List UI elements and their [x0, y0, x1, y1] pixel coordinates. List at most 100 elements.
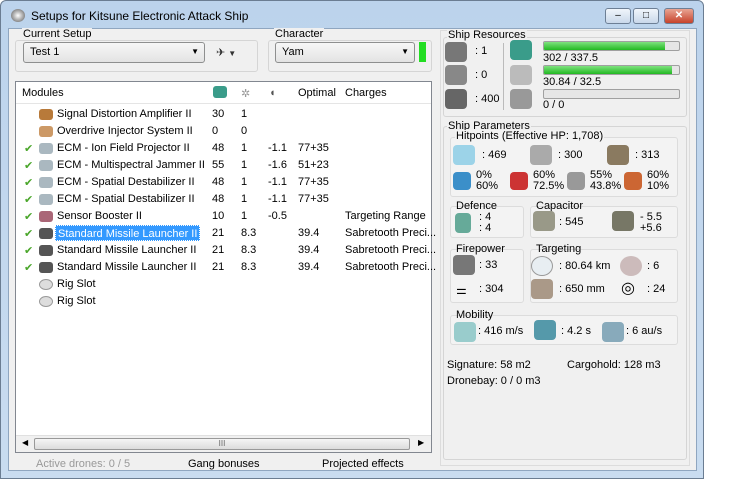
module-row[interactable]: Rig Slot	[16, 293, 431, 310]
active-check-icon[interactable]: ✔	[24, 193, 33, 206]
setup-value: Test 1	[30, 46, 60, 58]
window-title: Setups for Kitsune Electronic Attack Shi…	[31, 9, 249, 23]
module-row[interactable]: ✔ Sensor Booster II 10 1 -0.5 Targeting Range	[16, 208, 431, 225]
module-pg: 1	[241, 159, 248, 171]
align-time: : 4.2 s	[561, 325, 591, 337]
scroll-thumb[interactable]: III	[34, 438, 410, 450]
module-name: ECM - Spatial Destabilizer II	[57, 193, 195, 205]
active-check-icon[interactable]: ✔	[24, 227, 33, 240]
module-row[interactable]: ✔ ECM - Spatial Destabilizer II 48 1 -1.1 77+…	[16, 191, 431, 208]
sensor-strength: : 24	[647, 283, 666, 295]
active-check-icon[interactable]: ✔	[24, 210, 33, 223]
module-optimal: 51+23	[298, 159, 329, 171]
module-name: ECM - Multispectral Jammer II	[57, 159, 205, 171]
missile-dps: : 304	[479, 283, 504, 295]
module-optimal: 77+35	[298, 193, 329, 205]
character-label: Character	[274, 28, 325, 40]
character-dropdown[interactable]: Yam ▼	[275, 42, 415, 63]
module-pg: 8.3	[241, 227, 257, 239]
thermal-resist-icon	[510, 172, 528, 190]
explosive-resist-icon	[624, 172, 642, 190]
module-pg: 1	[241, 142, 248, 154]
active-check-icon[interactable]: ✔	[24, 159, 33, 172]
col-optimal[interactable]: Optimal	[298, 87, 336, 99]
module-pg: 1	[241, 108, 248, 120]
module-name: Standard Missile Launcher II	[55, 225, 201, 241]
module-cpu: 55	[212, 159, 225, 171]
module-pg: 1	[241, 176, 248, 188]
module-row[interactable]: ✔ ECM - Multispectral Jammer II 55 1 -1.6 51+…	[16, 157, 431, 174]
module-row[interactable]: ✔ Standard Missile Launcher II 21 8.3 39.4 Sa…	[16, 242, 436, 259]
module-pg: 1	[241, 193, 248, 205]
col-charges[interactable]: Charges	[345, 87, 387, 99]
rig-slot-icon	[39, 279, 53, 290]
character-status-indicator	[419, 42, 426, 62]
modules-header: Modules ✲ ◖ Optimal Charges	[16, 82, 431, 104]
module-row[interactable]: Rig Slot	[16, 276, 431, 293]
module-row[interactable]: ✔ ECM - Spatial Destabilizer II 48 1 -1.1 77+…	[16, 174, 431, 191]
active-check-icon[interactable]: ✔	[24, 244, 33, 257]
powergrid-icon	[510, 65, 532, 85]
kinetic-armor-resist: 43.8%	[590, 180, 622, 192]
module-cpu: 48	[212, 142, 225, 154]
module-pg: 8.3	[241, 261, 257, 273]
powergrid-bar	[543, 65, 680, 75]
max-targets-icon	[620, 256, 642, 276]
capacitor-col-icon[interactable]: ◖	[269, 87, 276, 99]
current-setup-label: Current Setup	[22, 28, 93, 40]
minimize-button[interactable]: –	[605, 8, 631, 24]
module-cpu: 21	[212, 244, 225, 256]
ship-menu-button[interactable]: ✈ ▼	[216, 46, 236, 59]
cpu-col-icon[interactable]	[213, 86, 227, 98]
powergrid-col-icon[interactable]: ✲	[241, 87, 250, 100]
defence-icon	[455, 213, 471, 233]
module-row[interactable]: Signal Distortion Amplifier II 30 1	[16, 106, 431, 123]
module-name: Standard Missile Launcher II	[57, 244, 197, 256]
active-check-icon[interactable]: ✔	[24, 142, 33, 155]
scroll-right-arrow[interactable]: ▶	[418, 438, 424, 447]
projected-effects-link[interactable]: Projected effects	[322, 458, 404, 470]
scan-resolution-icon	[531, 279, 553, 299]
horizontal-scrollbar[interactable]: ◀ III ▶	[16, 435, 431, 452]
launcher-icon	[39, 245, 53, 256]
turret-dps: : 33	[479, 259, 498, 271]
active-check-icon[interactable]: ✔	[24, 176, 33, 189]
em-resist-icon	[453, 172, 471, 190]
chevron-down-icon: ▼	[401, 47, 409, 56]
module-name: Signal Distortion Amplifier II	[57, 108, 192, 120]
module-cap: -1.1	[268, 142, 287, 154]
close-button[interactable]: ✕	[664, 8, 694, 24]
modules-list[interactable]: Modules ✲ ◖ Optimal Charges Signal Disto…	[15, 81, 436, 453]
module-name: Rig Slot	[57, 295, 96, 307]
capacitor-recharge-icon	[612, 211, 634, 231]
calibration-icon	[445, 89, 467, 109]
ecm-icon	[39, 160, 53, 171]
calibration: : 400	[475, 93, 500, 105]
setup-dropdown[interactable]: Test 1 ▼	[23, 42, 205, 63]
amplifier-icon	[39, 109, 53, 120]
chevron-down-icon: ▼	[191, 47, 199, 56]
scroll-left-arrow[interactable]: ◀	[22, 438, 28, 447]
divider	[503, 43, 504, 110]
drone-bandwidth-icon	[510, 89, 532, 109]
max-targets: : 6	[647, 260, 660, 272]
targeting-range: : 80.64 km	[559, 260, 611, 272]
module-pg: 1	[241, 210, 248, 222]
maximize-button[interactable]: □	[633, 8, 659, 24]
ecm-icon	[39, 194, 53, 205]
module-row[interactable]: Overdrive Injector System II 0 0	[16, 123, 431, 140]
col-modules[interactable]: Modules	[22, 87, 64, 99]
module-cpu: 48	[212, 193, 225, 205]
module-row[interactable]: ✔ Standard Missile Launcher II 21 8.3 39.4 Sa…	[16, 259, 436, 276]
module-cpu: 48	[212, 176, 225, 188]
module-row[interactable]: ✔ Standard Missile Launcher II 21 8.3 39.4 Sa…	[16, 225, 436, 242]
armor-icon	[530, 145, 552, 165]
overdrive-icon	[39, 126, 53, 137]
launcher-icon	[39, 262, 53, 273]
module-row[interactable]: ✔ ECM - Ion Field Projector II 48 1 -1.1 77+3…	[16, 140, 431, 157]
firepower-title: Firepower	[456, 243, 505, 255]
speed-icon	[454, 322, 476, 342]
active-check-icon[interactable]: ✔	[24, 261, 33, 274]
gang-bonuses-link[interactable]: Gang bonuses	[188, 458, 260, 470]
cpu-text: 302 / 337.5	[543, 52, 599, 64]
